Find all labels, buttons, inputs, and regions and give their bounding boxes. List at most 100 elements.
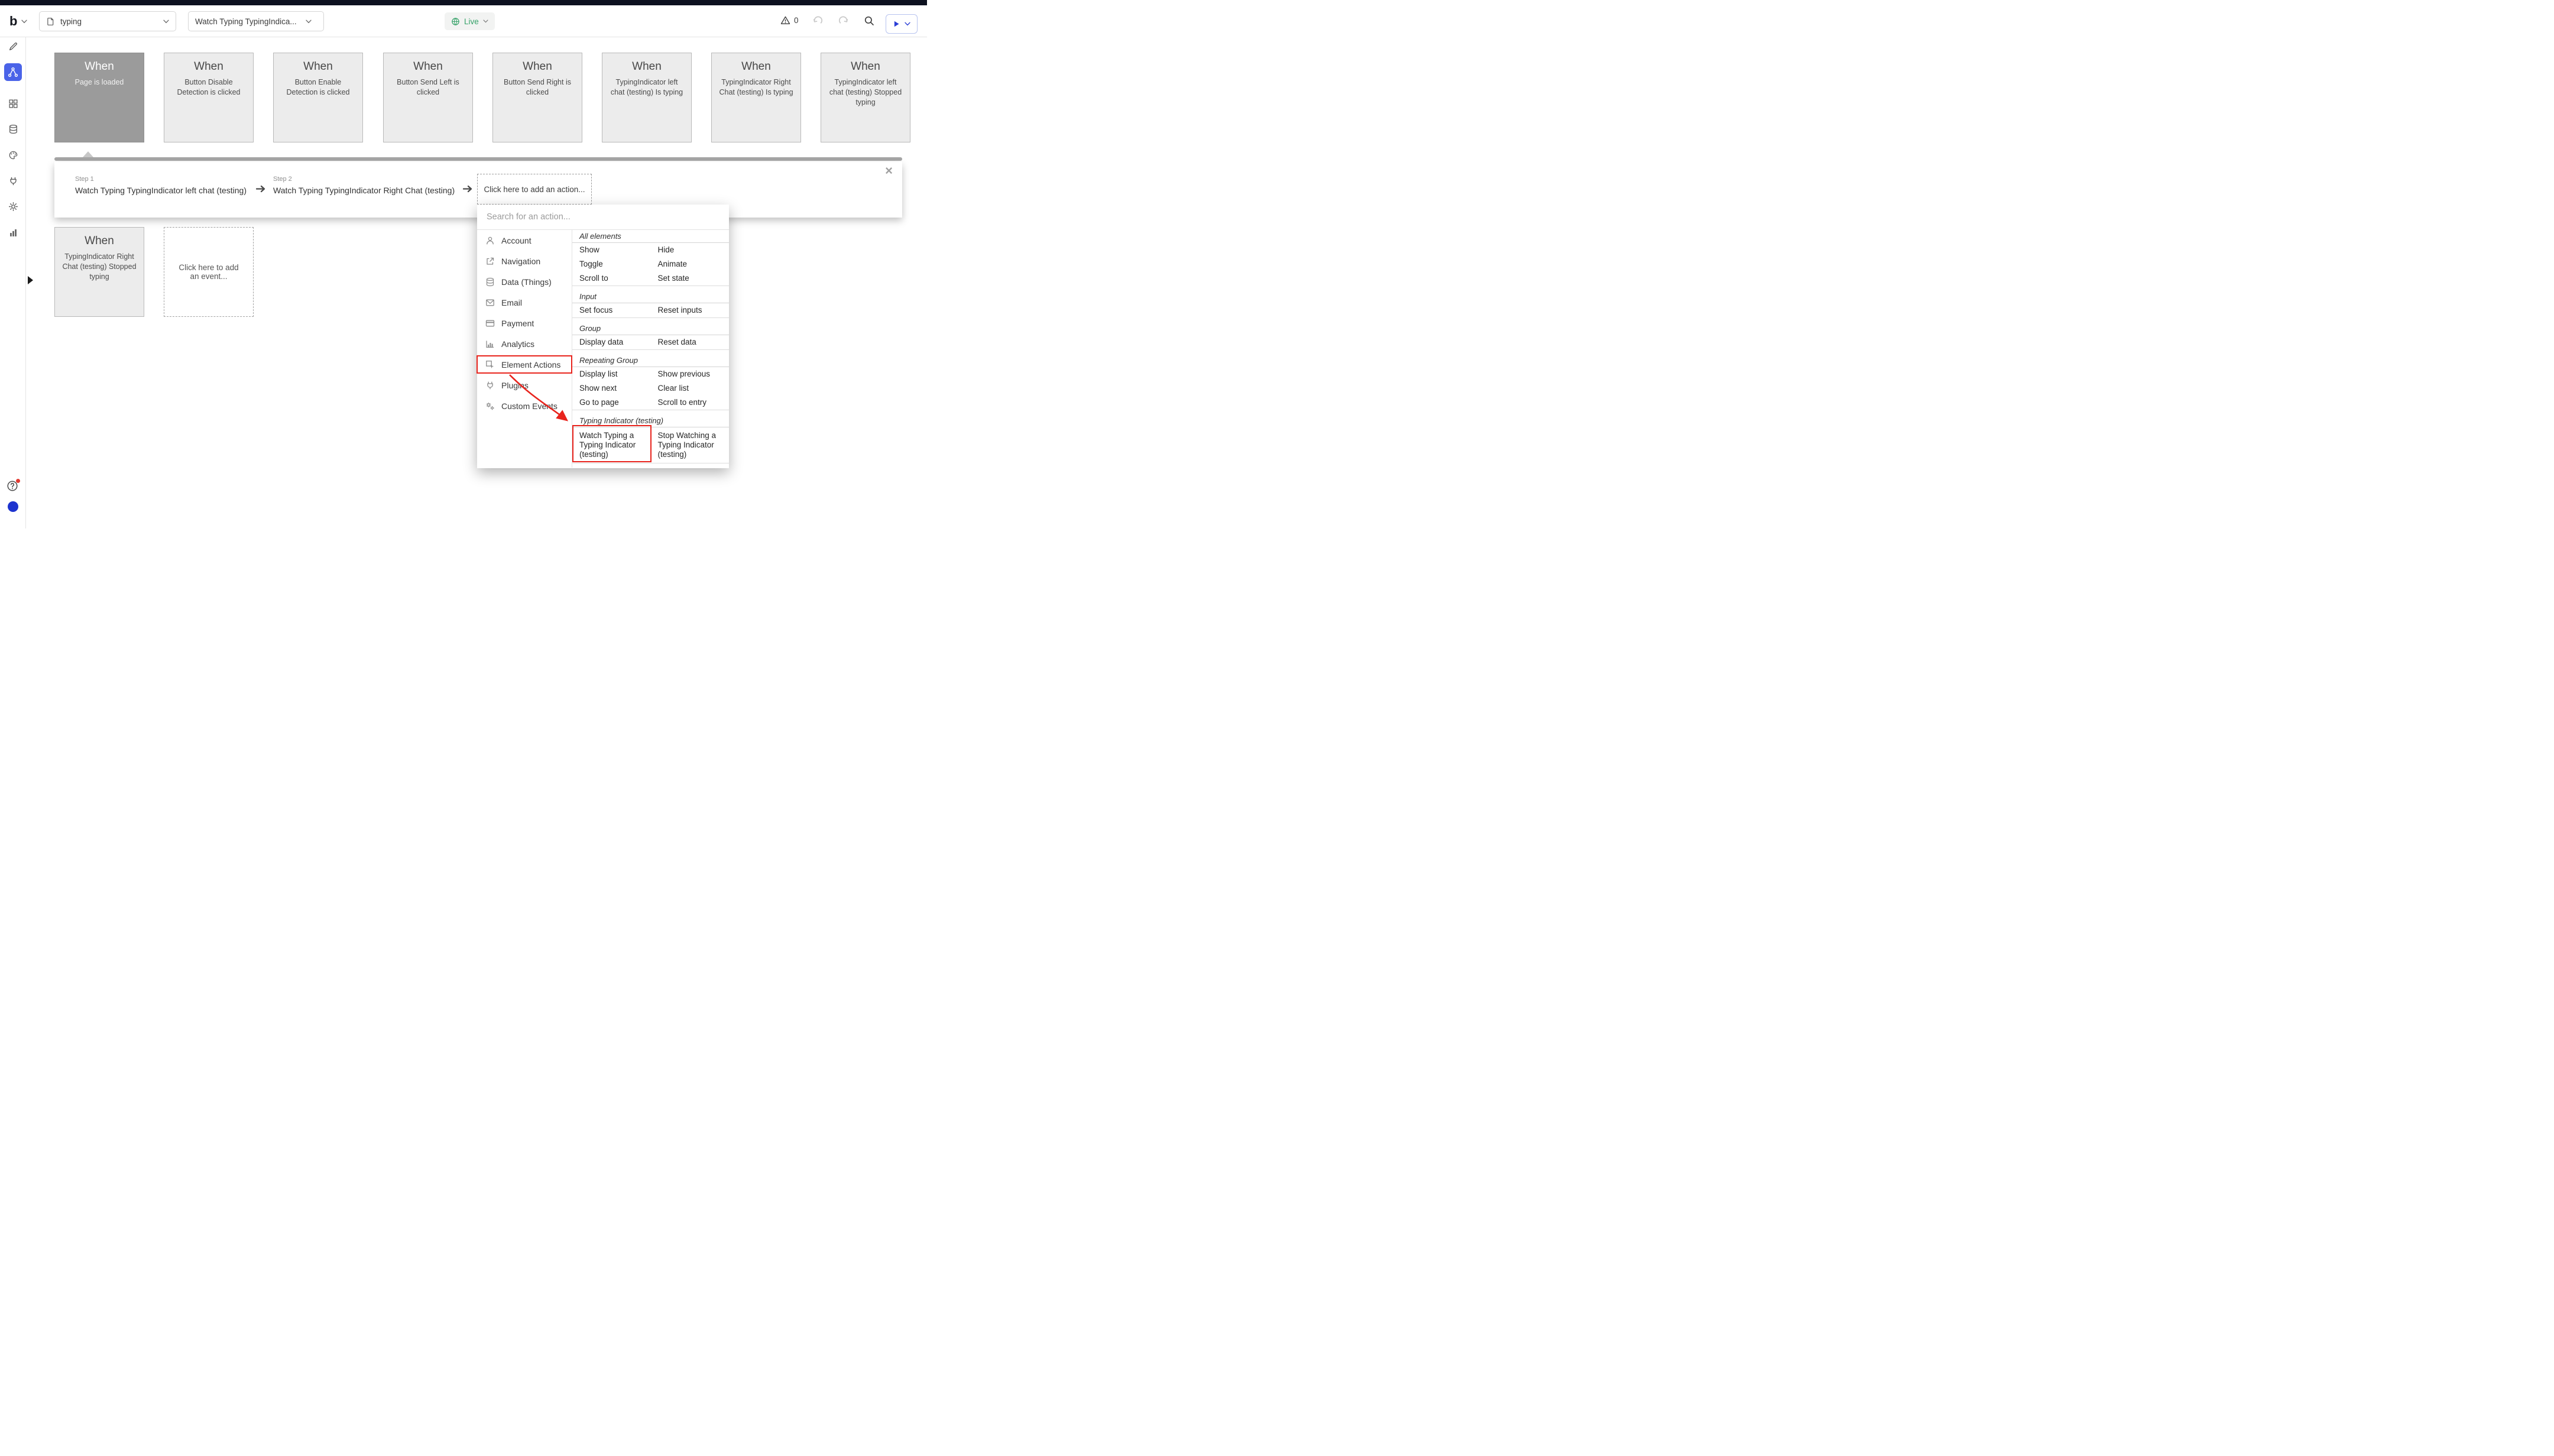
action-stop-watching[interactable]: Stop Watching a Typing Indicator (testin…	[651, 427, 730, 463]
action-show-next[interactable]: Show next	[572, 381, 651, 395]
event-title: When	[164, 60, 253, 73]
sidebar-item-workflow[interactable]	[4, 63, 22, 81]
category-payment[interactable]: Payment	[477, 313, 572, 333]
issues-indicator[interactable]: 0	[780, 15, 799, 25]
category-data-things[interactable]: Data (Things)	[477, 271, 572, 292]
action-reset-inputs[interactable]: Reset inputs	[651, 303, 730, 317]
payment-icon	[485, 319, 495, 328]
environment-selector[interactable]: Live	[445, 12, 495, 30]
section-header: All elements	[572, 230, 729, 243]
section-header: Input	[572, 290, 729, 303]
category-label: Account	[501, 236, 531, 245]
action-reset-data[interactable]: Reset data	[651, 335, 730, 349]
pencil-icon	[8, 41, 18, 51]
add-action-button[interactable]: Click here to add an action...	[477, 174, 592, 205]
plug-icon	[8, 176, 18, 186]
event-card-page-loaded[interactable]: When Page is loaded	[54, 53, 144, 142]
action-display-list[interactable]: Display list	[572, 367, 651, 381]
category-analytics[interactable]: Analytics	[477, 333, 572, 354]
section-group: Group Display dataReset data	[572, 322, 729, 350]
workflow-selector[interactable]: Watch Typing TypingIndica...	[188, 11, 324, 31]
event-card[interactable]: When TypingIndicator left chat (testing)…	[821, 53, 910, 142]
section-typing-indicator: Typing Indicator (testing) Watch Typing …	[572, 414, 729, 463]
help-button[interactable]	[7, 480, 20, 493]
sidebar-collapse-handle[interactable]	[28, 276, 33, 284]
app-logo-menu[interactable]: b	[9, 14, 27, 29]
category-label: Plugins	[501, 381, 529, 390]
styles-icon	[8, 150, 18, 160]
category-element-actions[interactable]: Element Actions	[477, 354, 572, 375]
action-watch-typing[interactable]: Watch Typing a Typing Indicator (testing…	[572, 427, 651, 463]
action-toggle[interactable]: Toggle	[572, 257, 651, 271]
sidebar-item-data[interactable]	[4, 120, 22, 138]
add-event-button[interactable]: Click here to add an event...	[164, 227, 254, 317]
chevron-down-icon	[306, 20, 312, 24]
database-icon	[485, 277, 495, 287]
step-title: Watch Typing TypingIndicator left chat (…	[75, 186, 247, 195]
plug-icon	[485, 381, 495, 390]
action-go-to-page[interactable]: Go to page	[572, 395, 651, 410]
category-label: Analytics	[501, 339, 534, 349]
page-icon	[46, 17, 55, 26]
panel-scrollbar[interactable]	[54, 157, 902, 161]
page-selector[interactable]: typing	[39, 11, 176, 31]
event-card[interactable]: When Button Enable Detection is clicked	[273, 53, 363, 142]
redo-icon	[838, 15, 849, 26]
sidebar-item-styles[interactable]	[4, 146, 22, 164]
action-display-data[interactable]: Display data	[572, 335, 651, 349]
section-header: Group	[572, 322, 729, 335]
event-card[interactable]: When Button Send Right is clicked	[492, 53, 582, 142]
panel-pointer	[83, 151, 93, 157]
step-2[interactable]: Step 2 Watch Typing TypingIndicator Righ…	[273, 176, 455, 195]
step-arrow-icon	[256, 185, 267, 193]
action-scroll-to-entry[interactable]: Scroll to entry	[651, 395, 730, 410]
action-set-focus[interactable]: Set focus	[572, 303, 651, 317]
close-icon[interactable]: ×	[885, 164, 893, 177]
event-subtitle: Button Disable Detection is clicked	[164, 77, 253, 98]
action-clear-list[interactable]: Clear list	[651, 381, 730, 395]
category-label: Element Actions	[501, 360, 560, 369]
section-repeating-group: Repeating Group Display listShow previou…	[572, 354, 729, 410]
action-hide[interactable]: Hide	[651, 243, 730, 257]
action-show[interactable]: Show	[572, 243, 651, 257]
sidebar-item-components[interactable]	[4, 95, 22, 112]
undo-button[interactable]	[812, 15, 823, 28]
category-label: Data (Things)	[501, 277, 552, 287]
event-card[interactable]: When Button Disable Detection is clicked	[164, 53, 254, 142]
sidebar-item-design[interactable]	[4, 37, 22, 55]
logo-text: b	[9, 14, 17, 29]
event-card[interactable]: When Button Send Left is clicked	[383, 53, 473, 142]
sidebar-item-logs[interactable]	[4, 223, 22, 241]
top-strip	[0, 0, 927, 5]
action-set-state[interactable]: Set state	[651, 271, 730, 286]
action-show-previous[interactable]: Show previous	[651, 367, 730, 381]
action-scroll-to[interactable]: Scroll to	[572, 271, 651, 286]
section-all-elements: All elements ShowHide ToggleAnimate Scro…	[572, 230, 729, 286]
event-card[interactable]: When TypingIndicator left chat (testing)…	[602, 53, 692, 142]
chevron-down-icon	[905, 22, 910, 26]
search-button[interactable]	[864, 15, 874, 28]
preview-button[interactable]	[886, 14, 918, 34]
event-card[interactable]: When TypingIndicator Right Chat (testing…	[711, 53, 801, 142]
category-email[interactable]: Email	[477, 292, 572, 313]
avatar[interactable]	[8, 501, 18, 512]
event-card[interactable]: When TypingIndicator Right Chat (testing…	[54, 227, 144, 317]
step-label: Step 1	[75, 176, 247, 183]
gear-icon	[8, 202, 18, 212]
category-plugins[interactable]: Plugins	[477, 375, 572, 395]
step-1[interactable]: Step 1 Watch Typing TypingIndicator left…	[75, 176, 247, 195]
category-custom-events[interactable]: Custom Events	[477, 395, 572, 416]
action-list: All elements ShowHide ToggleAnimate Scro…	[572, 230, 729, 468]
element-actions-icon	[485, 360, 495, 369]
step-label: Step 2	[273, 176, 455, 183]
sidebar-item-settings[interactable]	[4, 197, 22, 215]
category-account[interactable]: Account	[477, 230, 572, 251]
category-navigation[interactable]: Navigation	[477, 251, 572, 271]
action-animate[interactable]: Animate	[651, 257, 730, 271]
database-icon	[8, 124, 18, 134]
redo-button[interactable]	[838, 15, 849, 28]
sidebar-item-plugins[interactable]	[4, 172, 22, 190]
action-search-input[interactable]	[487, 212, 719, 222]
action-categories: Account Navigation Data (Things) Email P…	[477, 230, 572, 468]
logs-icon	[8, 228, 18, 238]
